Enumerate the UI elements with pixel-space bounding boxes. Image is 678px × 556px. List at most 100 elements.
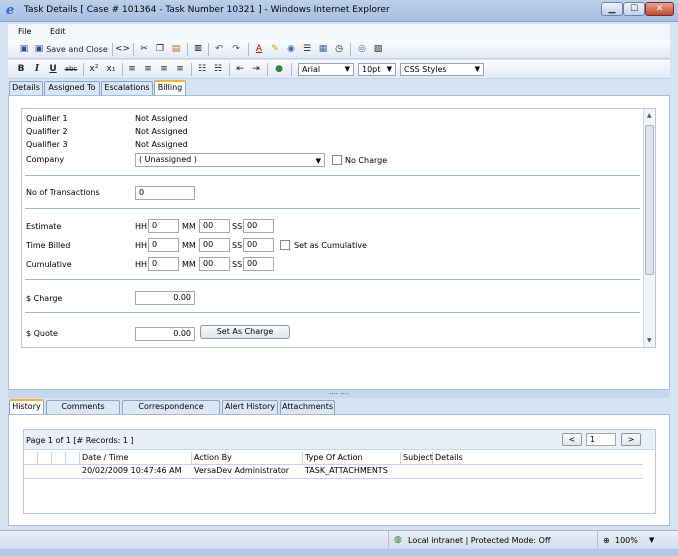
form-scrollbar[interactable]: ▲ ▼ xyxy=(643,109,655,347)
spellcheck-icon[interactable]: ◎ xyxy=(356,43,368,56)
cumulative-mm-input[interactable]: 00 xyxy=(199,257,230,271)
save-close-icon[interactable]: ▣ xyxy=(33,43,45,56)
insert-image-icon[interactable]: ◉ xyxy=(285,43,297,56)
menu-edit[interactable]: Edit xyxy=(50,27,66,36)
tab-comments-history[interactable]: Comments History xyxy=(46,400,120,423)
italic-button[interactable]: I xyxy=(32,63,42,76)
align-right-icon[interactable]: ≡ xyxy=(158,63,170,76)
numbered-list-icon[interactable]: ☵ xyxy=(212,63,224,76)
attach-icon[interactable]: 𝌆 xyxy=(193,43,203,56)
company-select[interactable]: ( Unassigned ) ▼ xyxy=(135,153,325,167)
redo-icon[interactable]: ↷ xyxy=(230,43,242,56)
copy-icon[interactable]: ❐ xyxy=(154,43,166,56)
time-billed-ss-input[interactable]: 00 xyxy=(243,238,274,252)
align-center-icon[interactable]: ≡ xyxy=(142,63,154,76)
no-charge-checkbox[interactable] xyxy=(332,155,342,165)
scrollbar-thumb[interactable] xyxy=(645,125,654,275)
set-as-cumulative-checkbox[interactable] xyxy=(280,240,290,250)
menu-file[interactable]: File xyxy=(18,27,31,36)
chevron-down-icon: ▼ xyxy=(474,65,480,73)
hh-label: HH xyxy=(135,241,148,250)
bullet-list-icon[interactable]: ☷ xyxy=(196,63,208,76)
internet-explorer-icon: e xyxy=(6,3,15,18)
zoom-level[interactable]: 100% xyxy=(615,536,638,545)
tab-correspondence-history[interactable]: Correspondence History xyxy=(122,400,220,423)
minimize-button[interactable]: ▁ xyxy=(601,2,623,16)
html-source-button[interactable]: <> xyxy=(115,43,130,56)
time-billed-hh-input[interactable]: 0 xyxy=(148,238,179,252)
chevron-down-icon[interactable]: ▼ xyxy=(649,536,654,544)
align-left-icon[interactable]: ≡ xyxy=(126,63,138,76)
font-size-select[interactable]: 10pt ▼ xyxy=(358,63,396,76)
paste-icon[interactable]: ▤ xyxy=(170,43,182,56)
row-subject xyxy=(401,465,403,477)
grid-header-spacer xyxy=(24,452,38,464)
zoom-segment[interactable]: ⊕ 100% ▼ xyxy=(597,531,678,550)
tab-assigned-to[interactable]: Assigned To xyxy=(44,81,100,95)
insert-table-icon[interactable]: ▦ xyxy=(317,43,329,56)
tab-billing[interactable]: Billing xyxy=(154,80,186,96)
subscript-button[interactable]: x₁ xyxy=(105,63,117,76)
outdent-icon[interactable]: ⇤ xyxy=(234,63,246,76)
tab-history[interactable]: History xyxy=(9,399,44,415)
superscript-button[interactable]: x² xyxy=(88,63,100,76)
cumulative-hh-input[interactable]: 0 xyxy=(148,257,179,271)
column-header-type-of-action[interactable]: Type Of Action xyxy=(303,452,401,464)
font-family-value: Arial xyxy=(302,65,321,74)
set-as-charge-button[interactable]: Set As Charge xyxy=(200,325,290,339)
justify-icon[interactable]: ≡ xyxy=(174,63,186,76)
page-number-input[interactable]: 1 xyxy=(586,433,616,446)
toolbar-separator xyxy=(229,63,230,76)
tab-details[interactable]: Details xyxy=(9,81,43,95)
close-button[interactable]: ✕ xyxy=(645,2,674,16)
underline-button[interactable]: U xyxy=(48,63,58,76)
css-styles-select[interactable]: CSS Styles ▼ xyxy=(400,63,484,76)
tab-escalations[interactable]: Escalations xyxy=(101,81,153,95)
cumulative-ss-input[interactable]: 00 xyxy=(243,257,274,271)
save-and-close-button[interactable]: Save and Close xyxy=(46,43,108,56)
estimate-hh-input[interactable]: 0 xyxy=(148,219,179,233)
estimate-label: Estimate xyxy=(26,222,62,231)
estimate-ss-input[interactable]: 00 xyxy=(243,219,274,233)
undo-icon[interactable]: ↶ xyxy=(213,43,225,56)
estimate-mm-input[interactable]: 00 xyxy=(199,219,230,233)
row-type-of-action: TASK_ATTACHMENTS xyxy=(305,466,388,475)
pane-splitter[interactable]: .... .... xyxy=(8,389,670,398)
strikethrough-button[interactable]: abc xyxy=(63,63,79,76)
scroll-up-icon[interactable]: ▲ xyxy=(647,112,652,119)
toolbar-separator xyxy=(191,63,192,76)
insert-time-icon[interactable]: ◷ xyxy=(333,43,345,56)
font-color-icon[interactable]: A xyxy=(253,43,265,56)
column-header-action-by[interactable]: Action By xyxy=(192,452,303,464)
next-page-button[interactable]: > xyxy=(621,433,641,446)
prev-page-button[interactable]: < xyxy=(562,433,582,446)
preview-icon[interactable]: ▧ xyxy=(372,43,384,56)
quote-input[interactable]: 0.00 xyxy=(135,327,195,341)
time-billed-mm-input[interactable]: 00 xyxy=(199,238,230,252)
charge-input[interactable]: 0.00 xyxy=(135,291,195,305)
font-family-select[interactable]: Arial ▼ xyxy=(298,63,354,76)
horizontal-rule-icon[interactable]: ☰ xyxy=(301,43,313,56)
tab-attachments[interactable]: Attachments xyxy=(280,400,335,414)
bold-button[interactable]: B xyxy=(16,63,26,76)
column-header-date-time[interactable]: Date / Time xyxy=(80,452,192,464)
highlight-icon[interactable]: ✎ xyxy=(269,43,281,56)
transactions-input[interactable]: 0 xyxy=(135,186,195,200)
column-header-subject[interactable]: Subject xyxy=(401,452,433,464)
grid-row-divider xyxy=(24,478,643,479)
tab-alert-history[interactable]: Alert History xyxy=(222,400,278,414)
divider xyxy=(25,279,640,280)
hyperlink-icon[interactable]: ● xyxy=(273,63,285,76)
row-action-by: VersaDev Administrator xyxy=(194,466,290,475)
save-icon[interactable]: ▣ xyxy=(18,43,30,56)
maximize-button[interactable]: ☐ xyxy=(623,2,645,16)
qualifier1-value: Not Assigned xyxy=(135,114,188,123)
column-header-details[interactable]: Details xyxy=(433,452,643,464)
menu-bar: File Edit xyxy=(8,24,670,40)
indent-icon[interactable]: ⇥ xyxy=(250,63,262,76)
mm-label: MM xyxy=(182,260,196,269)
scroll-down-icon[interactable]: ▼ xyxy=(647,337,652,344)
cut-icon[interactable]: ✂ xyxy=(138,43,150,56)
grid-header-spacer xyxy=(66,452,80,464)
history-tabs: History Comments History Correspondence … xyxy=(8,399,670,423)
